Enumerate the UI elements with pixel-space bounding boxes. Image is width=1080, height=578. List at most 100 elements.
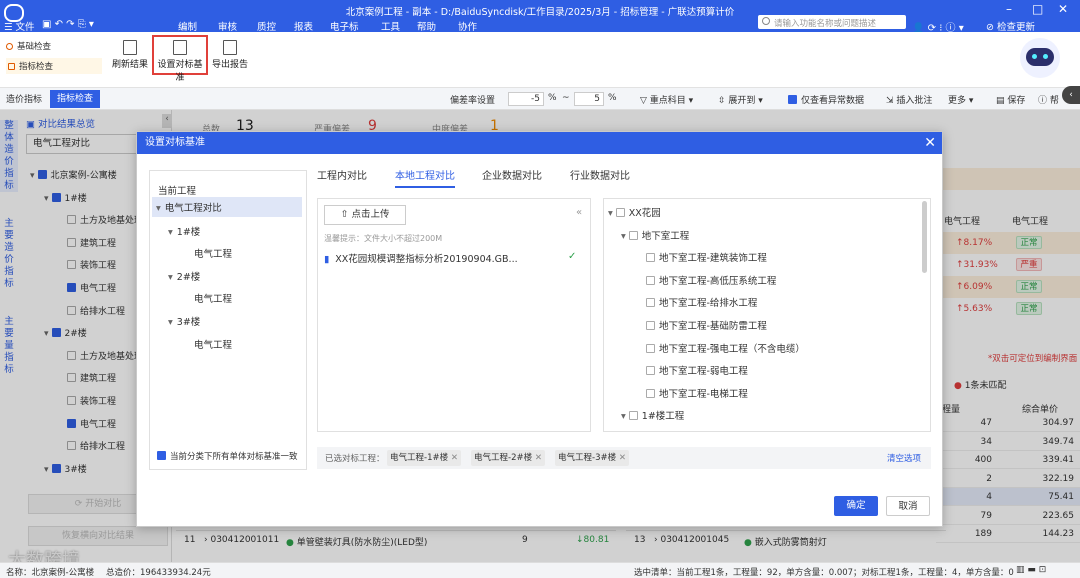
local-tree-item[interactable]: 地下室工程-基础防雷工程 (646, 318, 767, 332)
benchmark-icon (173, 40, 187, 55)
selected-chip[interactable]: 电气工程-3#楼 ✕ (555, 450, 629, 466)
nav-index-check[interactable]: 指标检查 (6, 58, 102, 74)
check-circle-icon: ✓ (568, 251, 577, 262)
save-icon[interactable]: ▣ ↶ ↷ ⎘ ▾ (42, 19, 94, 30)
index-toolbar: 造价指标 指标检查 偏差率设置 -5 % ~ 5 % ▽ 重点科目 ▾ ⇳ 展开… (0, 86, 1080, 110)
nav-basic-check[interactable]: 基础检查 (6, 40, 51, 52)
tree-checkbox (628, 411, 638, 421)
key-item-filter[interactable]: ▽ 重点科目 ▾ (640, 93, 693, 106)
confirm-button[interactable]: 确定 (834, 496, 878, 516)
benchmark-tree-item[interactable]: 电气工程 (182, 337, 232, 351)
menu-report[interactable]: 报表 (294, 19, 313, 33)
status-selection: 选中清单：当前工程1条，工程量：92，单方含量：0.007；对标工程1条，工程量… (634, 568, 1014, 578)
dialog-title: 设置对标基准 (145, 137, 205, 148)
menu-ebid[interactable]: 电子标 (330, 19, 359, 33)
search-input[interactable]: 请输入功能名称或问题描述 (758, 15, 906, 29)
local-project-tree-pane: ▾ XX花园 ▾ 地下室工程 地下室工程-建筑装饰工程 地下室工程-高低压系统工程 地下室工… (603, 198, 931, 432)
dialog-tab[interactable]: 行业数据对比 (570, 167, 630, 182)
benchmark-tree-item[interactable]: 电气工程 (182, 291, 232, 305)
insert-comment-button[interactable]: ⇲ 插入批注 (886, 93, 932, 106)
dialog-tab[interactable]: 本地工程对比 (395, 167, 455, 188)
collapse-side-icon[interactable]: ‹ (1062, 86, 1080, 104)
export-icon (223, 40, 237, 55)
more-dropdown[interactable]: 更多 ▾ (948, 93, 973, 106)
uploaded-file[interactable]: ▮ XX花园规模调整指标分析20190904.GB... (324, 251, 518, 265)
tree-checkbox (646, 275, 655, 285)
dialog-tab[interactable]: 企业数据对比 (482, 167, 542, 182)
deviation-label: 偏差率设置 (450, 96, 496, 106)
tree-checkbox (646, 298, 655, 308)
tree-checkbox (646, 388, 655, 398)
selected-bar: 已选对标工程： 电气工程-1#楼 ✕ 电气工程-2#楼 ✕ 电气工程-3#楼 ✕ 清… (317, 447, 931, 469)
dialog-header: 设置对标基准 ✕ (137, 132, 942, 154)
chip-close-icon: ✕ (534, 453, 542, 463)
benchmark-tree-item[interactable]: ▾ 3#楼 (168, 314, 200, 328)
minimize-button[interactable]: – (1006, 2, 1012, 16)
local-tree-item[interactable]: 地下室工程-强电工程（不含电缆） (646, 341, 805, 355)
consistent-checkbox[interactable]: 当前分类下所有单体对标基准一致 (157, 450, 298, 462)
local-tree-item[interactable]: 地下室工程-给排水工程 (646, 295, 757, 309)
local-tree-item[interactable]: 地下室工程-建筑装饰工程 (646, 250, 767, 264)
expand-to-dropdown[interactable]: ⇳ 展开到 ▾ (718, 93, 763, 106)
status-project: 名称：北京案例-公寓楼 (6, 568, 95, 578)
tree-checkbox (646, 343, 655, 353)
tree-checkbox (646, 366, 655, 376)
benchmark-tree-item[interactable]: 电气工程 (182, 246, 232, 260)
scrollbar[interactable] (922, 201, 927, 273)
range-sep: ~ (562, 93, 570, 103)
menu-review[interactable]: 审核 (218, 19, 237, 33)
only-abnormal-checkbox[interactable]: 仅查看异常数据 (788, 93, 864, 106)
selected-chip[interactable]: 电气工程-2#楼 ✕ (471, 450, 545, 466)
unit-percent-2: % (608, 93, 617, 103)
selected-chip[interactable]: 电气工程-1#楼 ✕ (387, 450, 461, 466)
close-button[interactable]: ✕ (1058, 2, 1068, 16)
tree-checkbox (615, 208, 625, 217)
save-button[interactable]: ▤ 保存 (996, 93, 1025, 106)
deviation-min-input[interactable]: -5 (508, 92, 544, 106)
dialog-close-icon[interactable]: ✕ (924, 132, 936, 154)
basic-check-icon (6, 43, 13, 50)
local-tree-item[interactable]: ▾ XX花园 (608, 205, 661, 219)
local-tree-item[interactable]: 1#楼工程-建筑装饰工程 (646, 431, 762, 432)
chip-close-icon: ✕ (618, 453, 626, 463)
unit-percent: % (548, 93, 557, 103)
menu-file[interactable]: ☰ 文件 (4, 19, 35, 33)
upload-button[interactable]: ⇧ 点击上传 (324, 205, 406, 225)
check-update-button[interactable]: ⊘ 检查更新 (986, 19, 1035, 33)
set-benchmark-button[interactable]: 设置对标基准 (152, 35, 208, 83)
cancel-button[interactable]: 取消 (886, 496, 930, 516)
tab-index-check[interactable]: 指标检查 (50, 90, 100, 108)
status-bar: 名称：北京案例-公寓楼 总造价：196433934.24元 选中清单：当前工程1… (0, 562, 1080, 578)
benchmark-tree-item[interactable]: ▾ 1#楼 (168, 224, 200, 238)
local-tree-item[interactable]: 地下室工程-电梯工程 (646, 386, 748, 400)
local-tree-item[interactable]: 地下室工程-高低压系统工程 (646, 273, 776, 287)
local-tree-item[interactable]: 地下室工程-弱电工程 (646, 363, 748, 377)
local-tree-item[interactable]: ▾ 地下室工程 (621, 228, 689, 242)
local-tree-item[interactable]: ▾ 1#楼工程 (621, 408, 684, 422)
menu-tools[interactable]: 工具 (381, 19, 400, 33)
current-project-label: 当前工程 (158, 186, 197, 197)
help-button[interactable]: ⓘ 帮 (1038, 93, 1059, 106)
menu-edit[interactable]: 编制 (178, 19, 197, 33)
benchmark-dialog: 设置对标基准 ✕ 当前工程 ▾ 电气工程对比 ▾ 1#楼 电气工程 ▾ 2#楼 电气工程 ▾ 3#… (136, 131, 943, 527)
menu-collab[interactable]: 协作 (458, 19, 477, 33)
view-mode-icon[interactable]: ▥ ▬ ⊡ (1016, 565, 1046, 575)
refresh-icon (123, 40, 137, 55)
status-total: 总造价：196433934.24元 (106, 568, 211, 578)
benchmark-tree-item[interactable]: ▾ 电气工程对比 (152, 197, 302, 217)
upload-pane: ⇧ 点击上传 « 温馨提示：文件大小不超过200M ▮ XX花园规模调整指标分析… (317, 198, 591, 432)
menu-help[interactable]: 帮助 (417, 19, 436, 33)
dialog-tab[interactable]: 工程内对比 (317, 167, 367, 182)
assistant-robot-icon[interactable] (1020, 38, 1060, 78)
deviation-max-input[interactable]: 5 (574, 92, 604, 106)
benchmark-tree-item[interactable]: ▾ 2#楼 (168, 269, 200, 283)
tab-cost-index[interactable]: 造价指标 (6, 92, 42, 105)
search-icon (762, 17, 770, 25)
upload-hint: 温馨提示：文件大小不超过200M (324, 234, 443, 243)
ribbon: 基础检查 指标检查 刷新结果 设置对标基准 导出报告 (0, 32, 1080, 88)
collapse-icon[interactable]: « (576, 207, 582, 218)
refresh-result-button[interactable]: 刷新结果 (112, 40, 148, 70)
clear-selection-link[interactable]: 清空选项 (887, 452, 921, 464)
export-report-button[interactable]: 导出报告 (212, 40, 248, 70)
maximize-button[interactable]: □ (1032, 2, 1043, 16)
